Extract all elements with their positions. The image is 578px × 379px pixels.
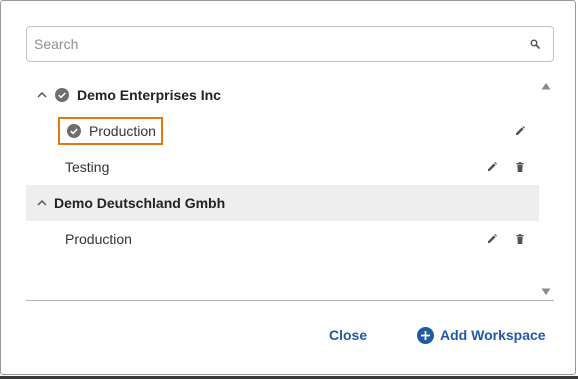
pencil-icon[interactable] bbox=[487, 234, 497, 244]
workspace-dialog: Demo Enterprises Inc Production Testing bbox=[0, 0, 576, 375]
search-icon[interactable] bbox=[530, 39, 540, 49]
check-circle-icon bbox=[55, 88, 69, 102]
search-box[interactable] bbox=[26, 26, 554, 62]
workspace-list: Demo Enterprises Inc Production Testing bbox=[26, 77, 539, 299]
workspace-row-testing[interactable]: Testing bbox=[26, 149, 539, 185]
group-row-demo-enterprises[interactable]: Demo Enterprises Inc bbox=[26, 77, 539, 113]
group-row-demo-deutschland[interactable]: Demo Deutschland Gmbh bbox=[26, 185, 539, 221]
group-label: Demo Enterprises Inc bbox=[77, 87, 221, 103]
scroll-up-arrow-icon[interactable] bbox=[541, 82, 551, 90]
list-scrollbar[interactable] bbox=[539, 77, 554, 299]
workspace-label: Production bbox=[65, 231, 132, 247]
workspace-row-production[interactable]: Production bbox=[26, 221, 539, 257]
chevron-up-icon[interactable] bbox=[37, 200, 47, 206]
chevron-up-icon[interactable] bbox=[37, 92, 47, 98]
add-workspace-button[interactable]: Add Workspace bbox=[413, 322, 550, 348]
workspace-label: Testing bbox=[65, 159, 110, 175]
scroll-down-arrow-icon[interactable] bbox=[541, 288, 551, 296]
group-label: Demo Deutschland Gmbh bbox=[54, 195, 226, 211]
trash-icon[interactable] bbox=[515, 162, 525, 172]
pencil-icon[interactable] bbox=[515, 126, 525, 136]
selection-highlight bbox=[58, 117, 163, 145]
plus-circle-icon bbox=[417, 326, 434, 344]
add-workspace-label: Add Workspace bbox=[440, 327, 546, 343]
close-button[interactable]: Close bbox=[321, 322, 375, 348]
pencil-icon[interactable] bbox=[487, 162, 497, 172]
footer-divider bbox=[26, 300, 554, 301]
search-input[interactable] bbox=[27, 27, 524, 61]
trash-icon[interactable] bbox=[515, 234, 525, 244]
